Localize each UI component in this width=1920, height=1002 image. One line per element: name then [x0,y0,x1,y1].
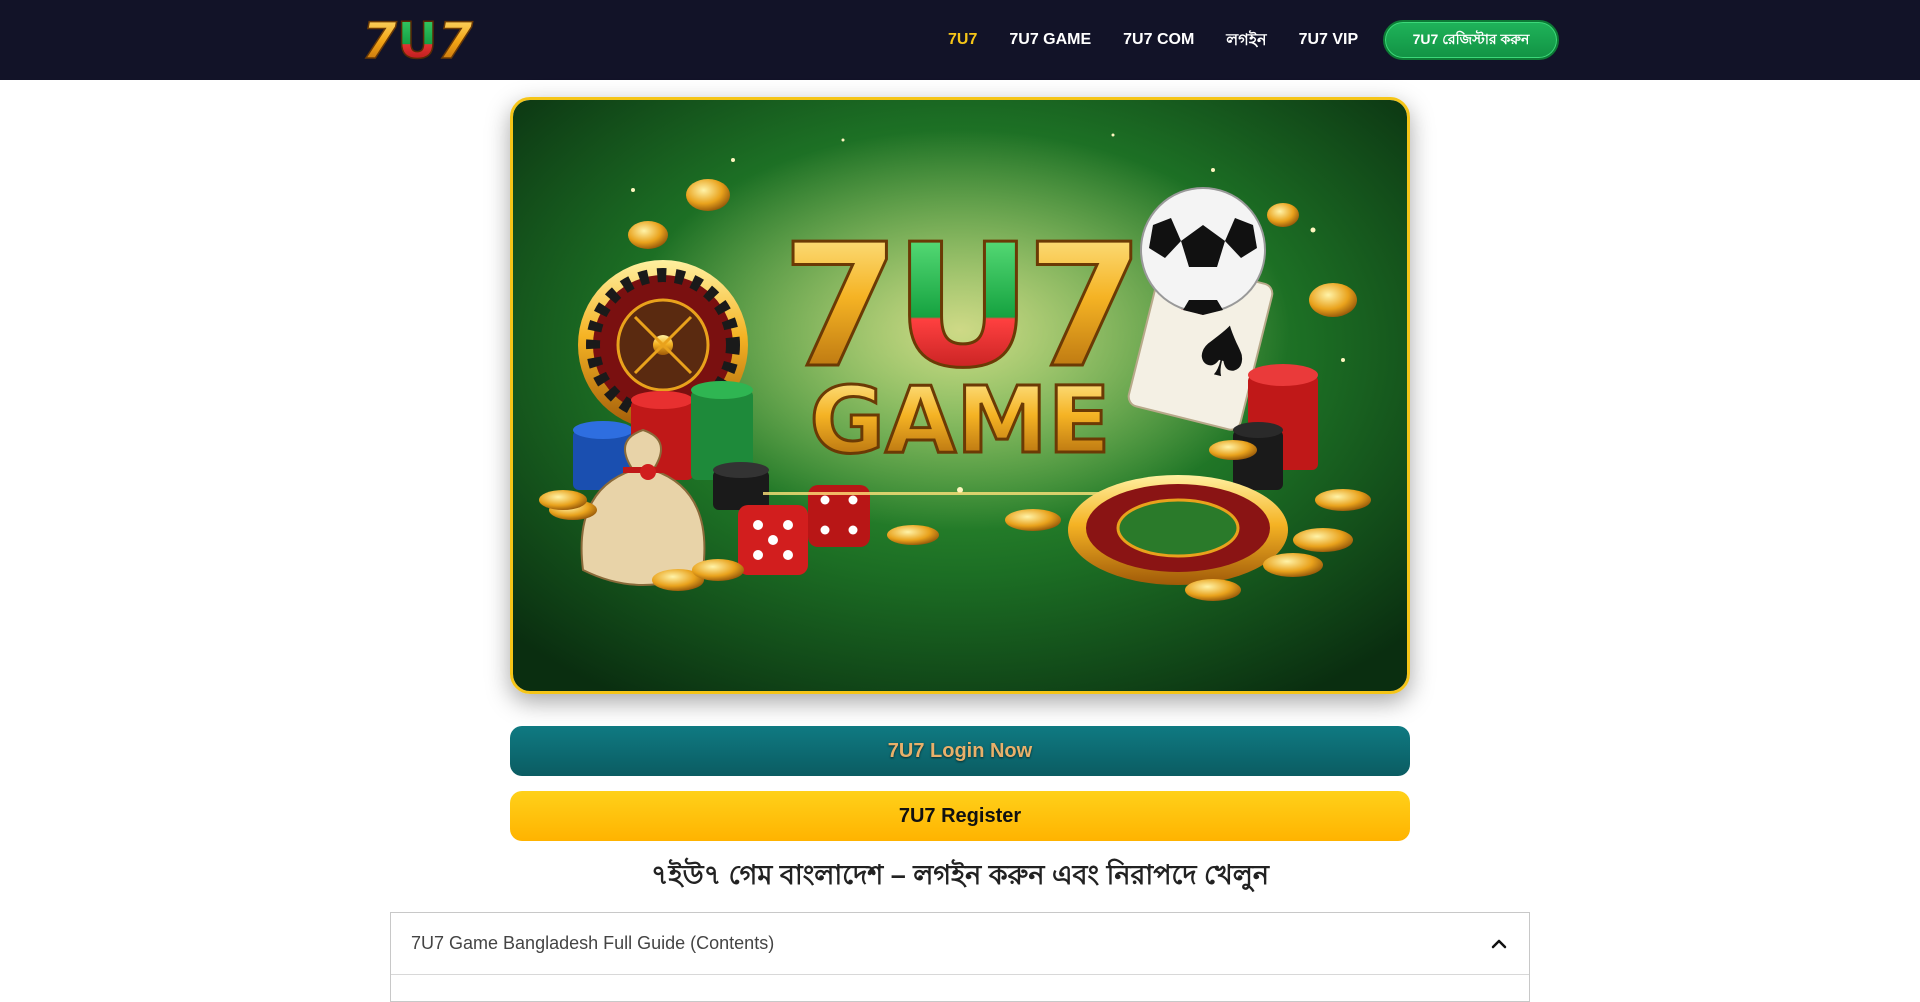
toc-title: 7U7 Game Bangladesh Full Guide (Contents… [411,933,775,953]
hero-banner-image: 7U7 GAME A ♠ [513,100,1407,691]
chevron-up-icon[interactable] [1489,934,1509,954]
login-now-button[interactable]: 7U7 Login Now [510,726,1410,776]
hero-banner[interactable]: 7U7 GAME A ♠ [510,97,1410,694]
site-logo[interactable]: 7 U 7 [360,11,476,71]
svg-text:7: 7 [362,12,397,64]
logo-graphic: 7 U 7 [361,11,474,71]
nav-link-7u7-vip[interactable]: 7U7 VIP [1299,31,1359,49]
table-of-contents: 7U7 Game Bangladesh Full Guide (Contents… [390,912,1530,1002]
svg-text:U: U [397,12,438,64]
nav-link-7u7-game[interactable]: 7U7 GAME [1009,31,1091,49]
toc-header[interactable]: 7U7 Game Bangladesh Full Guide (Contents… [391,913,1529,975]
nav-link-7u7-com[interactable]: 7U7 COM [1123,31,1194,49]
svg-text:7: 7 [438,12,473,64]
main-nav: 7U7 7U7 GAME 7U7 COM লগইন 7U7 VIP [948,0,1390,80]
register-button[interactable]: 7U7 Register [510,791,1410,841]
register-cta-button[interactable]: 7U7 রেজিস্টার করুন [1383,20,1559,60]
page-title: ৭ইউ৭ গেম বাংলাদেশ – লগইন করুন এবং নিরাপদ… [651,860,1269,890]
svg-text:GAME: GAME [809,367,1110,474]
banner-logo: 7U7 GAME [763,207,1157,495]
nav-link-7u7[interactable]: 7U7 [948,31,977,49]
roulette-table-icon [1068,475,1288,585]
site-header: 7 U 7 7U7 7U7 GAME 7U7 COM লগইন 7U7 VIP … [0,0,1920,80]
nav-link-login[interactable]: লগইন [1226,27,1266,54]
